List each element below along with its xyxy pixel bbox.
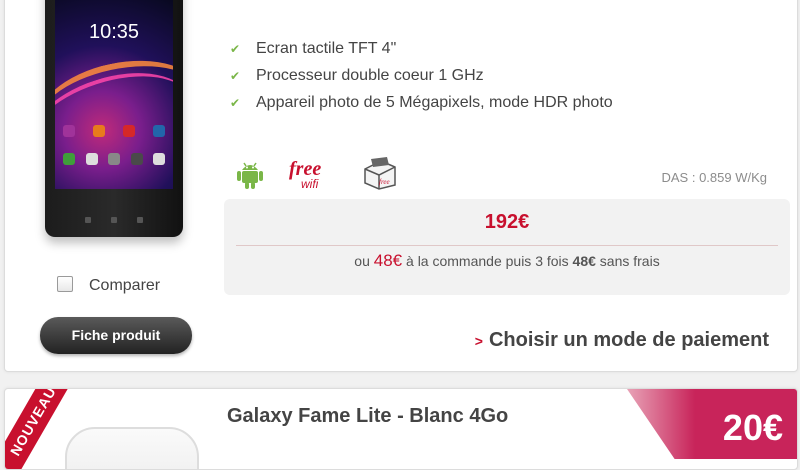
svg-text:free: free [379, 178, 390, 186]
product-title[interactable]: Galaxy Fame Lite - Blanc 4Go [227, 405, 508, 428]
phone-screen: 10:35 [55, 0, 173, 189]
compare-label[interactable]: Comparer [89, 277, 160, 295]
chevron-right-icon: > [474, 333, 483, 349]
feature-item: ✔ Ecran tactile TFT 4" [230, 35, 613, 62]
fiche-produit-button[interactable]: Fiche produit [40, 317, 192, 354]
feature-item: ✔ Appareil photo de 5 Mégapixels, mode HD… [230, 89, 613, 116]
product-card: NOUVEAU Galaxy Fame Lite - Blanc 4Go 20€ [4, 388, 798, 470]
svg-text:wifi: wifi [301, 177, 319, 191]
feature-list: ✔ Ecran tactile TFT 4" ✔ Processeur double… [230, 35, 613, 116]
product-image-galaxy-fame-lite[interactable] [65, 427, 199, 469]
product-card: 10:35 ✔ Ecran tactile TFT 4" ✔ Processeur … [4, 0, 798, 372]
check-icon: ✔ [230, 42, 241, 56]
freebox-icon: free [364, 157, 396, 190]
price-tag-value: 20€ [722, 407, 783, 448]
product-image-sony-xperia[interactable]: 10:35 [45, 0, 183, 237]
android-icon [237, 162, 263, 189]
feature-item: ✔ Processeur double coeur 1 GHz [230, 62, 613, 89]
free-wifi-icon: free wifi [289, 158, 321, 191]
price-box: 192€ ou 48€ à la commande puis 3 fois 48… [224, 199, 790, 295]
das-rating: DAS : 0.859 W/Kg [661, 170, 768, 185]
check-icon: ✔ [230, 69, 241, 83]
phone-clock: 10:35 [88, 21, 140, 43]
installment-text: ou 48€ à la commande puis 3 fois 48€ san… [354, 251, 660, 270]
compare-checkbox[interactable] [57, 276, 73, 292]
check-icon: ✔ [230, 96, 241, 110]
choose-payment-link[interactable]: > Choisir un mode de paiement [475, 329, 769, 352]
price-total: 192€ [236, 199, 778, 246]
